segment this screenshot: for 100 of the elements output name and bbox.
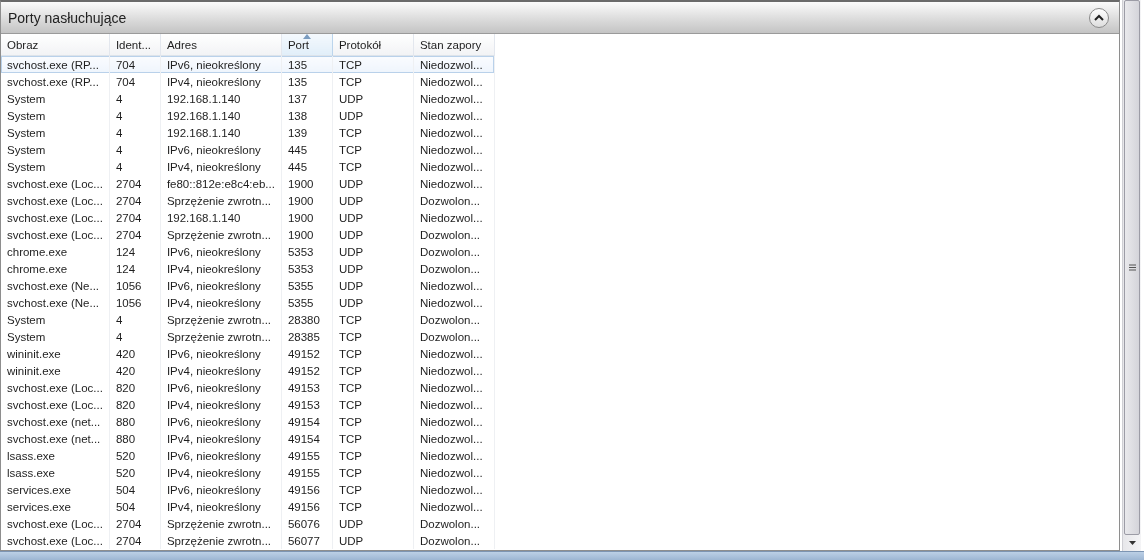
table-cell: Niedozwol... xyxy=(413,413,495,430)
table-cell: 420 xyxy=(109,362,161,379)
caret-down-icon xyxy=(1128,541,1136,545)
table-cell: lsass.exe xyxy=(1,447,110,464)
table-cell: TCP xyxy=(332,328,414,345)
table-cell: UDP xyxy=(332,532,414,549)
table-cell: Niedozwol... xyxy=(413,379,495,396)
collapse-button[interactable] xyxy=(1089,7,1109,28)
table-cell: TCP xyxy=(332,481,414,498)
column-header[interactable]: Port xyxy=(281,34,333,56)
table-cell: 504 xyxy=(109,498,161,515)
table-cell: UDP xyxy=(332,277,414,294)
table-cell: svchost.exe (Loc... xyxy=(1,515,110,532)
table-cell: Niedozwol... xyxy=(413,464,495,481)
table-cell: 49156 xyxy=(281,498,333,515)
table-cell: UDP xyxy=(332,294,414,311)
table-cell: TCP xyxy=(332,430,414,447)
table-cell: Niedozwol... xyxy=(413,294,495,311)
table-cell: 1900 xyxy=(281,226,333,243)
table-cell: 139 xyxy=(281,124,333,141)
table-cell: System xyxy=(1,158,110,175)
table-cell: Niedozwol... xyxy=(413,447,495,464)
table-cell: Niedozwol... xyxy=(413,345,495,362)
table-cell: 49153 xyxy=(281,379,333,396)
table-cell: 56077 xyxy=(281,532,333,549)
table-cell: IPv4, nieokreślony xyxy=(160,73,282,90)
table-cell: 5353 xyxy=(281,243,333,260)
table-cell: IPv6, nieokreślony xyxy=(160,345,282,362)
column-header[interactable]: Obraz xyxy=(1,34,110,56)
table-cell: Niedozwol... xyxy=(413,124,495,141)
table-cell: TCP xyxy=(332,362,414,379)
table-cell: 520 xyxy=(109,447,161,464)
table-cell: Dozwolon... xyxy=(413,226,495,243)
table-cell: 520 xyxy=(109,464,161,481)
table-cell: 1900 xyxy=(281,192,333,209)
table-cell: 192.168.1.140 xyxy=(160,90,282,107)
scroll-thumb[interactable] xyxy=(1124,0,1140,535)
table-cell: 4 xyxy=(109,158,161,175)
table-cell: System xyxy=(1,141,110,158)
table-cell: Niedozwol... xyxy=(413,175,495,192)
table-cell: 5355 xyxy=(281,294,333,311)
table-cell: svchost.exe (Ne... xyxy=(1,294,110,311)
table-cell: 2704 xyxy=(109,515,161,532)
table-cell: chrome.exe xyxy=(1,260,110,277)
table-cell: 445 xyxy=(281,141,333,158)
table-cell: System xyxy=(1,328,110,345)
column-header[interactable]: Adres xyxy=(160,34,282,56)
table-cell: UDP xyxy=(332,209,414,226)
table-cell: UDP xyxy=(332,175,414,192)
table-cell: svchost.exe (Loc... xyxy=(1,175,110,192)
table-cell: svchost.exe (net... xyxy=(1,413,110,430)
table-cell: 49155 xyxy=(281,447,333,464)
table-cell: TCP xyxy=(332,396,414,413)
table-cell: IPv6, nieokreślony xyxy=(160,379,282,396)
table-cell: svchost.exe (Loc... xyxy=(1,192,110,209)
table-cell: svchost.exe (RP... xyxy=(1,73,110,90)
table-cell: TCP xyxy=(332,73,414,90)
table-cell: 124 xyxy=(109,260,161,277)
table-cell: 5355 xyxy=(281,277,333,294)
table-cell: TCP xyxy=(332,413,414,430)
table-cell: Dozwolon... xyxy=(413,243,495,260)
chevron-up-icon xyxy=(1094,14,1104,21)
table-cell: Niedozwol... xyxy=(413,107,495,124)
table-cell: Niedozwol... xyxy=(413,362,495,379)
table-cell: svchost.exe (Loc... xyxy=(1,532,110,549)
table-cell: System xyxy=(1,90,110,107)
table-cell: Niedozwol... xyxy=(413,158,495,175)
column-header[interactable]: Stan zapory xyxy=(413,34,495,56)
table-cell: TCP xyxy=(332,464,414,481)
scrollbar[interactable] xyxy=(1122,0,1141,551)
table-cell: wininit.exe xyxy=(1,362,110,379)
table-cell: 135 xyxy=(281,73,333,90)
table-cell: IPv6, nieokreślony xyxy=(160,243,282,260)
table-cell: 4 xyxy=(109,328,161,345)
table-cell: 2704 xyxy=(109,532,161,549)
table-cell: Sprzężenie zwrotn... xyxy=(160,328,282,345)
table-cell: svchost.exe (Ne... xyxy=(1,277,110,294)
table-cell: 2704 xyxy=(109,209,161,226)
table-cell: Niedozwol... xyxy=(413,430,495,447)
column-header[interactable]: Ident... xyxy=(109,34,161,56)
table-cell: wininit.exe xyxy=(1,345,110,362)
table-cell: IPv6, nieokreślony xyxy=(160,141,282,158)
table-cell: IPv4, nieokreślony xyxy=(160,362,282,379)
table-cell: UDP xyxy=(332,260,414,277)
table-cell: 49152 xyxy=(281,362,333,379)
table-cell: IPv4, nieokreślony xyxy=(160,464,282,481)
table-cell: 4 xyxy=(109,107,161,124)
table-cell: svchost.exe (Loc... xyxy=(1,226,110,243)
table-cell: 704 xyxy=(109,73,161,90)
table-cell: Dozwolon... xyxy=(413,192,495,209)
table-cell: Dozwolon... xyxy=(413,515,495,532)
table-cell: 4 xyxy=(109,311,161,328)
table-cell: Niedozwol... xyxy=(413,481,495,498)
table-cell: IPv6, nieokreślony xyxy=(160,277,282,294)
column-header[interactable]: Protokół xyxy=(332,34,414,56)
table-cell: 49152 xyxy=(281,345,333,362)
table-cell: Niedozwol... xyxy=(413,141,495,158)
table-cell: UDP xyxy=(332,90,414,107)
panel-title: Porty nasłuchujące xyxy=(8,9,127,26)
table-cell: TCP xyxy=(332,141,414,158)
